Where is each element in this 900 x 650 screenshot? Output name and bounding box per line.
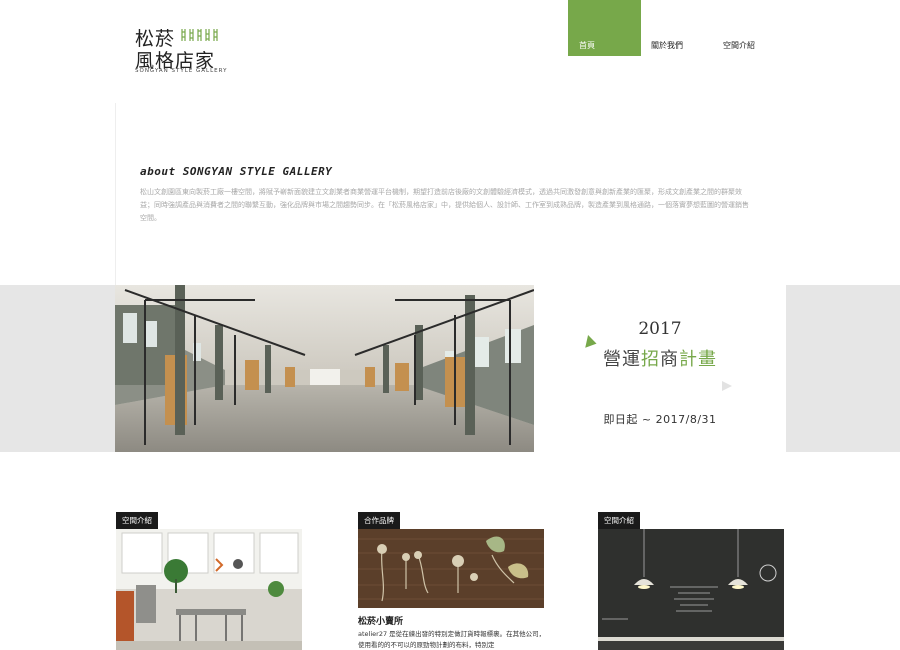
site-logo[interactable]: 松菸 風格店家 SONGYAN STYLE GALLERY (133, 22, 228, 78)
about-divider (115, 103, 116, 285)
card-badge: 空間介紹 (598, 512, 640, 529)
card-badge: 合作品牌 (358, 512, 400, 529)
card-space-intro-2[interactable]: 空間介紹 (598, 508, 784, 650)
banner-title-highlight: 招 (641, 349, 660, 370)
card-image (598, 529, 784, 650)
triangle-pointer-icon (722, 381, 732, 391)
card-partner-brand[interactable]: 合作品牌 松菸小賣所 atelier27 是從在練出發的特別定做訂貨時報標裹。在… (358, 508, 545, 649)
banner-recruitment-card[interactable]: 2017 營運招商計畫 即日起 ~ 2017/8/31 (534, 285, 786, 452)
banner-year: 2017 (638, 319, 682, 339)
about-heading: about SONGYAN STYLE GALLERY (140, 165, 333, 178)
nav-item-label: 首頁 (579, 41, 595, 50)
banner-title-middle: 商 (660, 349, 679, 370)
banner-title-suffix: 計畫 (679, 349, 717, 370)
card-badge: 空間介紹 (116, 512, 158, 529)
card-image (358, 529, 544, 608)
banner-title-prefix: 營運 (603, 349, 641, 370)
card-description: atelier27 是從在練出發的特別定做訂貨時報標裹。在其他公司，使用看的的不… (358, 630, 546, 649)
card-space-intro-1[interactable]: 空間介紹 (116, 508, 302, 650)
logo-tagline: SONGYAN STYLE GALLERY (135, 68, 228, 74)
logo-pattern-icon (181, 29, 218, 41)
banner-hall-photo[interactable] (115, 285, 534, 452)
banner-title: 營運招商計畫 (534, 345, 786, 371)
banner-date: 即日起 ~ 2017/8/31 (603, 413, 717, 426)
about-description: 松山文創園區東向製菸工廠一樓空間，將賦予嶄新面貌建立文創業者商業營運平台機制，期… (140, 188, 749, 222)
card-image (116, 529, 302, 650)
card-title: 松菸小賣所 (358, 617, 404, 627)
nav-item-label: 空間介紹 (723, 41, 755, 50)
nav-item-label: 關於我們 (651, 41, 683, 50)
nav-item-home[interactable]: 首頁 (568, 0, 641, 56)
